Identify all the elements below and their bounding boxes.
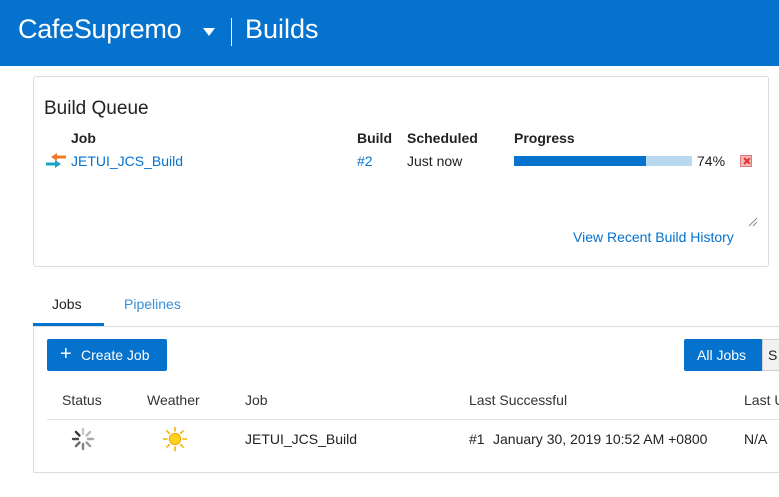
last-successful-build-link[interactable]: #1: [469, 431, 485, 447]
queue-col-progress: Progress: [514, 130, 575, 146]
job-link[interactable]: JETUI_JCS_Build: [245, 431, 357, 447]
tab-pipelines[interactable]: Pipelines: [124, 296, 181, 312]
all-jobs-filter-button[interactable]: All Jobs: [684, 339, 762, 371]
create-job-label: Create Job: [81, 347, 150, 363]
sunny-weather-icon: [162, 426, 188, 452]
col-last-unsuccessful[interactable]: Last U: [744, 392, 779, 408]
build-queue-panel: Build Queue Job Build Scheduled Progress…: [33, 76, 769, 267]
secondary-filter-button[interactable]: S: [762, 339, 779, 371]
create-job-button[interactable]: + Create Job: [47, 339, 167, 371]
active-tab-indicator: [33, 323, 104, 326]
col-weather[interactable]: Weather: [147, 392, 200, 408]
page-title: Builds: [245, 14, 319, 44]
top-bar: CafeSupremo Builds: [0, 0, 779, 66]
build-progress-bar: [514, 156, 692, 166]
last-unsuccessful-value: N/A: [744, 431, 768, 447]
app-name[interactable]: CafeSupremo: [18, 14, 182, 45]
queue-col-build: Build: [357, 130, 392, 146]
queue-scheduled-value: Just now: [407, 153, 463, 169]
queue-col-scheduled: Scheduled: [407, 130, 478, 146]
queue-build-link[interactable]: #2: [357, 153, 373, 169]
header-divider: [231, 18, 232, 46]
col-job[interactable]: Job: [245, 392, 268, 408]
secondary-filter-label: S: [768, 347, 778, 363]
all-jobs-label: All Jobs: [697, 347, 747, 363]
col-last-successful[interactable]: Last Successful: [469, 392, 567, 408]
tab-jobs[interactable]: Jobs: [52, 296, 82, 312]
building-spinner-icon: [71, 427, 95, 451]
app-switcher-chevron-down-icon[interactable]: [203, 28, 215, 36]
table-divider: [47, 419, 779, 420]
build-progress-label: 74%: [697, 153, 726, 169]
col-status[interactable]: Status: [62, 392, 102, 408]
view-recent-build-history-link[interactable]: View Recent Build History: [573, 229, 734, 245]
queue-col-job: Job: [71, 130, 96, 146]
resize-handle-icon[interactable]: [748, 217, 758, 227]
jobs-panel: + Create Job All Jobs S Status Weather J…: [33, 327, 779, 473]
cancel-build-close-icon[interactable]: [740, 155, 752, 167]
last-successful-date: January 30, 2019 10:52 AM +0800: [493, 431, 708, 447]
queued-build-arrows-icon: [46, 153, 66, 168]
jobs-tabs: Jobs Pipelines: [33, 288, 779, 327]
build-queue-title: Build Queue: [44, 98, 149, 119]
build-progress-fill: [514, 156, 646, 166]
queue-job-link[interactable]: JETUI_JCS_Build: [71, 153, 183, 169]
plus-icon: +: [60, 343, 72, 365]
